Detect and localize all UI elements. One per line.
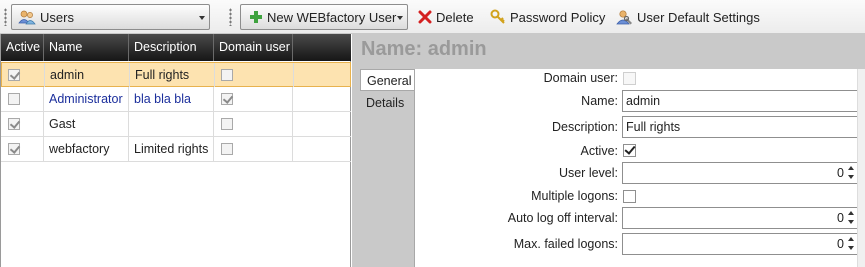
- table-row[interactable]: admin Full rights: [1, 62, 351, 87]
- domain-user-cell[interactable]: [214, 112, 293, 136]
- grid-header: Active Name Description Domain user: [1, 34, 351, 61]
- table-row[interactable]: webfactory Limited rights: [1, 137, 351, 162]
- active-checkbox[interactable]: [8, 142, 20, 155]
- active-cell[interactable]: [1, 112, 44, 136]
- description-cell[interactable]: bla bla bla: [129, 87, 214, 111]
- new-user-button[interactable]: New WEBfactory User: [240, 4, 408, 30]
- max-failed-logons-label: Max. failed logons:: [513, 237, 618, 251]
- spinner-icon[interactable]: [847, 236, 856, 252]
- toolbar: Users New WEBfactory User Delete Passwor…: [0, 0, 865, 34]
- name-label: Name:: [581, 94, 618, 108]
- column-header-active[interactable]: Active: [1, 34, 44, 61]
- detail-tabs: General Details: [360, 69, 414, 267]
- domain-user-cell[interactable]: [214, 87, 293, 111]
- description-label: Description:: [552, 120, 618, 134]
- module-select-label: Users: [40, 9, 74, 25]
- user-level-stepper[interactable]: 0: [622, 162, 859, 184]
- description-cell[interactable]: Limited rights: [129, 137, 214, 161]
- max-failed-logons-value: 0: [837, 237, 844, 251]
- domain-user-checkbox[interactable]: [221, 117, 233, 130]
- page-title: Name: admin: [361, 38, 487, 60]
- description-field[interactable]: Full rights: [622, 116, 859, 138]
- domain-user-cell[interactable]: [215, 63, 294, 87]
- tab-details[interactable]: Details: [360, 92, 414, 114]
- toolbar-grip[interactable]: [229, 8, 232, 26]
- user-level-value: 0: [837, 166, 844, 180]
- users-icon: [18, 10, 36, 25]
- column-header-name[interactable]: Name: [44, 34, 129, 61]
- user-settings-icon: [616, 9, 632, 24]
- domain-user-checkbox[interactable]: [221, 68, 233, 81]
- tab-general[interactable]: General: [360, 69, 414, 91]
- multiple-logons-checkbox[interactable]: [623, 190, 636, 203]
- delete-button[interactable]: Delete: [418, 6, 474, 28]
- active-cell[interactable]: [1, 137, 44, 161]
- max-failed-logons-stepper[interactable]: 0: [622, 233, 859, 255]
- key-icon: [490, 9, 505, 24]
- module-select[interactable]: Users: [11, 4, 210, 30]
- new-user-label: New WEBfactory User: [267, 9, 397, 25]
- form-scrollbar[interactable]: [857, 69, 865, 267]
- password-policy-button[interactable]: Password Policy: [490, 6, 605, 28]
- auto-logoff-label: Auto log off interval:: [507, 211, 618, 225]
- table-row[interactable]: Administrator bla bla bla: [1, 87, 351, 112]
- active-checkbox[interactable]: [8, 92, 20, 105]
- delete-icon: [418, 10, 432, 24]
- user-detail-pane: Name: admin General Details Domain user:…: [352, 34, 865, 267]
- name-cell[interactable]: admin: [45, 63, 130, 87]
- users-grid: Active Name Description Domain user admi…: [0, 34, 351, 267]
- active-cell[interactable]: [1, 87, 44, 111]
- toolbar-grip[interactable]: [4, 8, 7, 26]
- name-cell[interactable]: Gast: [44, 112, 129, 136]
- user-default-settings-label: User Default Settings: [637, 9, 760, 25]
- auto-logoff-value: 0: [837, 211, 844, 225]
- column-header-domain-user[interactable]: Domain user: [214, 34, 293, 61]
- password-policy-label: Password Policy: [510, 9, 606, 25]
- domain-user-checkbox[interactable]: [623, 72, 636, 85]
- domain-user-cell[interactable]: [214, 137, 293, 161]
- column-header-description[interactable]: Description: [129, 34, 214, 61]
- chevron-down-icon[interactable]: [397, 16, 403, 20]
- active-checkbox[interactable]: [8, 117, 20, 130]
- user-default-settings-button[interactable]: User Default Settings: [616, 6, 760, 28]
- domain-user-checkbox[interactable]: [221, 142, 233, 155]
- table-row[interactable]: Gast: [1, 112, 351, 137]
- spinner-icon[interactable]: [847, 210, 856, 226]
- active-label: Active:: [580, 144, 618, 158]
- add-icon: [250, 11, 262, 23]
- name-cell[interactable]: webfactory: [44, 137, 129, 161]
- domain-user-checkbox[interactable]: [221, 92, 233, 105]
- chevron-down-icon: [199, 16, 205, 20]
- spinner-icon[interactable]: [847, 165, 856, 181]
- auto-logoff-stepper[interactable]: 0: [622, 207, 859, 229]
- name-field[interactable]: admin: [622, 90, 859, 112]
- user-level-label: User level:: [558, 166, 618, 180]
- delete-label: Delete: [436, 9, 474, 25]
- multiple-logons-label: Multiple logons:: [531, 189, 618, 203]
- description-cell[interactable]: Full rights: [130, 63, 215, 87]
- general-form: Domain user: Name: admin Description: Fu…: [414, 69, 865, 267]
- domain-user-label: Domain user:: [543, 71, 618, 85]
- active-checkbox[interactable]: [623, 144, 636, 157]
- description-cell[interactable]: [129, 112, 214, 136]
- active-checkbox[interactable]: [8, 68, 20, 81]
- name-cell[interactable]: Administrator: [44, 87, 129, 111]
- active-cell[interactable]: [2, 63, 45, 87]
